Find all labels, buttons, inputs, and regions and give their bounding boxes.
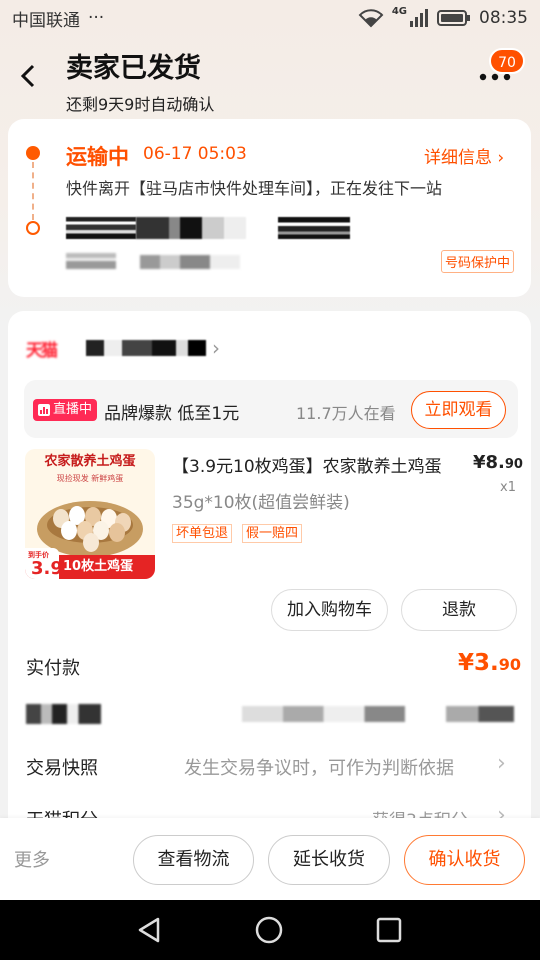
product-image-subtitle: 现捡现发 新鲜鸡蛋	[56, 474, 124, 483]
redacted-phone	[278, 217, 350, 239]
product-quantity: x1	[500, 480, 516, 495]
shop-logo: 天猫	[26, 341, 58, 361]
timeline-dot-address	[26, 221, 40, 235]
logistics-detail-link[interactable]: 详细信息 ›	[424, 143, 504, 168]
trade-snapshot-description: 发生交易争议时，可作为判断依据	[184, 758, 454, 779]
nav-recents-icon[interactable]	[376, 917, 402, 943]
shipping-time: 06-17 05:03	[143, 144, 247, 164]
redacted-order-number	[242, 706, 514, 722]
refund-button[interactable]: 退款	[401, 589, 517, 631]
shipping-status: 运输中	[66, 145, 129, 169]
watch-live-button[interactable]: 立即观看	[411, 391, 506, 429]
product-tag-return: 坏单包退	[172, 524, 233, 543]
redacted-recipient-name	[66, 217, 136, 239]
redacted-address	[66, 253, 116, 269]
message-badge: 70	[489, 48, 525, 74]
product-image[interactable]: 农家散养土鸡蛋 现捡现发 新鲜鸡蛋 10枚土鸡蛋 到手价 3.9	[25, 449, 155, 579]
redacted-shop-name	[86, 340, 206, 356]
timeline-line	[32, 162, 34, 220]
signal-icon	[410, 9, 428, 27]
chevron-left-icon	[20, 64, 35, 88]
wifi-icon	[358, 9, 384, 28]
paid-amount-label: 实付款	[26, 658, 80, 679]
auto-confirm-countdown: 还剩9天9时自动确认	[66, 95, 215, 114]
live-tag-label: 直播中	[53, 402, 93, 417]
carrier-name: 中国联通	[12, 10, 80, 31]
status-bar: 中国联通 ··· 4G 08:35	[0, 0, 540, 36]
product-image-title: 农家散养土鸡蛋	[44, 454, 136, 469]
system-navigation-bar	[0, 900, 540, 960]
chevron-right-icon: ›	[497, 751, 506, 776]
extend-receipt-button[interactable]: 延长收货	[268, 835, 390, 885]
timeline-dot-active	[26, 146, 40, 160]
redacted-address-2	[140, 255, 240, 269]
egg	[83, 533, 99, 552]
live-tag: 直播中	[33, 399, 98, 421]
product-image-price: 3.9	[31, 558, 63, 579]
network-type: 4G	[391, 5, 407, 17]
more-actions-button[interactable]: 更多	[14, 846, 50, 872]
egg	[61, 521, 77, 540]
trade-snapshot-label[interactable]: 交易快照	[26, 754, 98, 780]
live-viewer-count: 11.7万人在看	[296, 404, 396, 423]
egg	[109, 523, 125, 542]
add-to-cart-button[interactable]: 加入购物车	[271, 589, 388, 631]
redacted-recipient-name-2	[136, 217, 246, 239]
product-price: ¥8.90	[473, 452, 523, 473]
product-spec: 35g*10枚(超值尝鲜装)	[172, 493, 350, 513]
live-bars-icon	[38, 404, 50, 416]
product-image-price-box: 到手价 3.9	[25, 548, 63, 579]
shipping-description: 快件离开【驻马店市快件处理车间】，正在发往下一站	[66, 179, 443, 198]
back-button[interactable]	[18, 62, 46, 94]
nav-home-icon[interactable]	[255, 916, 283, 944]
nav-back-icon[interactable]	[136, 916, 164, 944]
chevron-right-icon: ›	[212, 336, 220, 360]
page-title: 卖家已发货	[66, 53, 201, 84]
product-image-caption: 10枚土鸡蛋	[63, 559, 134, 574]
battery-icon	[437, 10, 470, 26]
number-protection-tag: 号码保护中	[441, 250, 515, 273]
paid-amount: ¥3.90	[458, 650, 521, 676]
product-price-decimal: 90	[504, 457, 523, 472]
product-title[interactable]: 【3.9元10枚鸡蛋】农家散养土鸡蛋	[172, 452, 442, 477]
carrier-more-icon: ···	[88, 8, 105, 28]
paid-amount-main: ¥3.	[458, 650, 499, 676]
redacted-order-label	[26, 704, 101, 724]
confirm-receipt-button[interactable]: 确认收货	[404, 835, 525, 885]
product-price-main: ¥8.	[473, 452, 505, 473]
paid-amount-decimal: 90	[498, 655, 522, 674]
shop-row[interactable]: 天猫 ›	[26, 336, 220, 361]
product-tag-guarantee: 假一赔四	[242, 524, 303, 543]
live-promo-text: 品牌爆款 低至1元	[104, 404, 240, 424]
clock: 08:35	[479, 8, 528, 28]
view-logistics-button[interactable]: 查看物流	[133, 835, 254, 885]
